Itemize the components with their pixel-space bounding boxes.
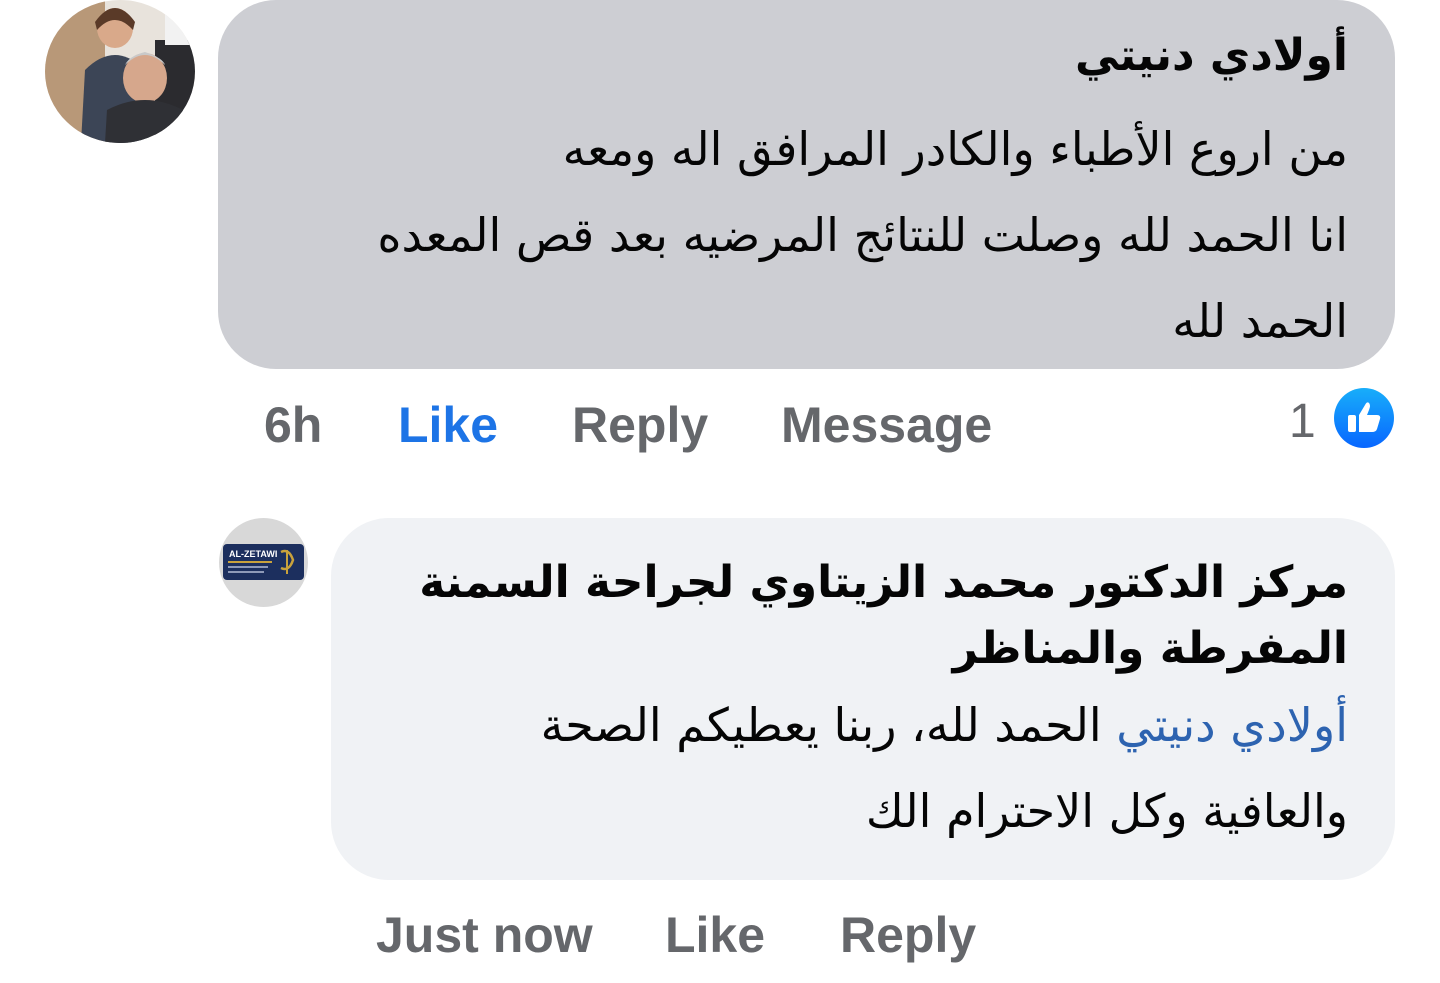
reply-author[interactable]: مركز الدكتور محمد الزيتاوي لجراحة السمنة [371, 550, 1348, 616]
reply-button[interactable]: Reply [572, 396, 708, 454]
mention-link[interactable]: أولادي دنيتي [1116, 698, 1348, 752]
reply-text-line: أولادي دنيتي الحمد لله، ربنا يعطيكم الصح… [371, 682, 1348, 768]
comment-text-line: من اروع الأطباء والكادر المرافق اله ومعه [562, 122, 1348, 176]
thumbs-up-icon[interactable] [1334, 388, 1394, 448]
message-button[interactable]: Message [781, 396, 992, 454]
comment-bubble: أولادي دنيتي من اروع الأطباء والكادر الم… [218, 0, 1395, 369]
like-button[interactable]: Like [398, 396, 498, 454]
comment-text-line: الحمد لله [1172, 294, 1348, 348]
reply-timestamp[interactable]: Just now [376, 906, 593, 964]
al-zetawi-logo: AL-ZETAWI [219, 518, 308, 607]
comment-author[interactable]: أولادي دنيتي [258, 22, 1348, 90]
reaction-count[interactable]: 1 [1289, 394, 1316, 449]
commenter-avatar[interactable] [45, 0, 195, 143]
svg-text:AL-ZETAWI: AL-ZETAWI [229, 549, 277, 559]
reply-text: الحمد لله، ربنا يعطيكم الصحة [540, 698, 1102, 752]
avatar-photo [45, 0, 195, 143]
reply-reply-button[interactable]: Reply [840, 906, 976, 964]
page-avatar[interactable]: AL-ZETAWI [219, 518, 308, 607]
reply-bubble: مركز الدكتور محمد الزيتاوي لجراحة السمنة… [331, 518, 1395, 880]
comment-text-line: انا الحمد لله وصلت للنتائج المرضيه بعد ق… [377, 208, 1348, 262]
reply-author[interactable]: المفرطة والمناظر [371, 616, 1348, 682]
comment-timestamp[interactable]: 6h [264, 396, 322, 454]
reply-like-button[interactable]: Like [665, 906, 765, 964]
reply-text-line: والعافية وكل الاحترام الك [865, 784, 1348, 838]
